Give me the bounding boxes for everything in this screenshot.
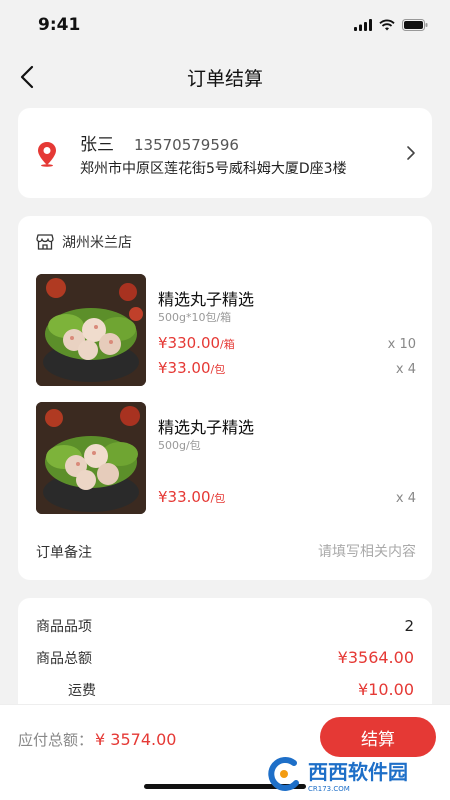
unit-price: ¥330.00/箱 <box>158 334 235 352</box>
product-title: 精选丸子精选 <box>158 418 255 437</box>
watermark-icon <box>268 756 299 791</box>
price-line: ¥33.00/包 x 4 <box>158 488 416 506</box>
address-detail: 郑州市中原区莲花街5号威科姆大厦D座3楼 <box>80 161 347 177</box>
recipient-phone: 13570579596 <box>134 136 239 154</box>
location-pin-icon <box>38 142 56 167</box>
quantity: x 4 <box>395 491 416 506</box>
status-bar: 9:41 <box>0 0 450 50</box>
watermark-sub: CR173.COM <box>308 784 350 793</box>
remark-input[interactable] <box>216 544 416 560</box>
remark-label: 订单备注 <box>36 545 92 561</box>
address-contact-row: 张三 13570579596 <box>80 130 239 155</box>
product-image <box>36 402 146 514</box>
product-spec: 500g/包 <box>158 439 201 452</box>
battery-icon <box>402 19 428 31</box>
product-item[interactable]: 精选丸子精选 500g/包 ¥33.00/包 x 4 <box>36 402 416 514</box>
status-icons <box>354 19 428 31</box>
items-value: 2 <box>404 617 414 635</box>
watermark-text: 西西软件园 <box>308 759 408 784</box>
goods-total-label: 商品总额 <box>36 651 92 667</box>
price-line: ¥330.00/箱 x 10 <box>158 334 416 352</box>
unit-price: ¥33.00/包 <box>158 359 226 377</box>
summary-shipping-row: 运费 ¥10.00 <box>36 680 414 700</box>
shop-row: 湖州米兰店 <box>36 232 132 252</box>
product-title: 精选丸子精选 <box>158 290 255 309</box>
quantity: x 10 <box>387 337 416 352</box>
nav-bar: 订单结算 <box>0 52 450 102</box>
back-button[interactable] <box>14 64 40 90</box>
shipping-value: ¥10.00 <box>358 680 414 699</box>
address-card[interactable]: 张三 13570579596 郑州市中原区莲花街5号威科姆大厦D座3楼 <box>18 108 432 198</box>
checkout-button[interactable]: 结算 <box>320 717 436 757</box>
status-time: 9:41 <box>38 15 81 35</box>
shipping-label: 运费 <box>68 683 96 699</box>
watermark-logo: 西西软件园 CR173.COM <box>264 752 440 796</box>
goods-total-value: ¥3564.00 <box>337 648 414 667</box>
remark-row: 订单备注 <box>36 542 416 562</box>
chevron-left-icon <box>20 65 34 89</box>
product-item[interactable]: 精选丸子精选 500g*10包/箱 ¥330.00/箱 x 10 ¥33.00/… <box>36 274 416 386</box>
shop-name: 湖州米兰店 <box>62 235 132 251</box>
summary-items-row: 商品品项 2 <box>36 616 414 636</box>
unit-price: ¥33.00/包 <box>158 488 226 506</box>
recipient-name: 张三 <box>80 135 114 155</box>
page-title: 订单结算 <box>186 67 263 90</box>
quantity: x 4 <box>395 362 416 377</box>
payable-label: 应付总额： <box>18 731 94 749</box>
product-spec: 500g*10包/箱 <box>158 311 232 324</box>
payable-total: 应付总额： ¥ 3574.00 <box>18 729 176 750</box>
wifi-icon <box>379 19 395 31</box>
store-icon <box>36 234 54 250</box>
signal-icon <box>354 19 372 31</box>
payable-amount: ¥ 3574.00 <box>95 730 177 749</box>
items-label: 商品品项 <box>36 619 92 635</box>
price-line: ¥33.00/包 x 4 <box>158 359 416 377</box>
chevron-right-icon <box>407 146 415 160</box>
summary-total-row: 商品总额 ¥3564.00 <box>36 648 414 668</box>
order-card: 湖州米兰店 精选丸子精选 500g*10包/箱 ¥330.00/箱 x 10 ¥… <box>18 216 432 580</box>
product-image <box>36 274 146 386</box>
